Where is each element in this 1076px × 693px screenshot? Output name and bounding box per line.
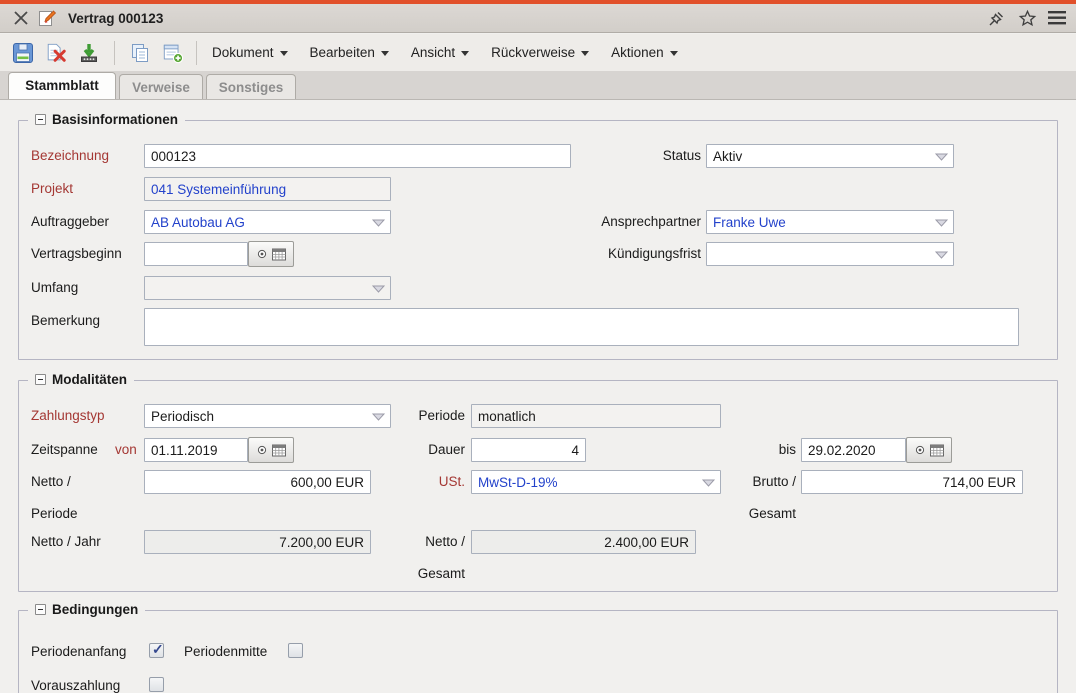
bemerkung-textarea[interactable] xyxy=(144,308,1019,346)
tab-strip: Stammblatt Verweise Sonstiges xyxy=(0,71,1076,100)
section-basisinformationen: Basisinformationen Bezeichnung Status Pr… xyxy=(18,120,1058,360)
menu-aktionen[interactable]: Aktionen xyxy=(611,45,678,60)
toolbar: Dokument Bearbeiten Ansicht Rückverweise… xyxy=(0,34,1076,71)
bis-datepicker-button[interactable] xyxy=(906,437,952,463)
zahlungstyp-label: Zahlungstyp xyxy=(31,408,105,423)
menu-bearbeiten[interactable]: Bearbeiten xyxy=(310,45,389,60)
edit-document-icon xyxy=(36,7,58,29)
netto-gesamt-label-line2: Gesamt xyxy=(399,566,465,581)
bemerkung-label: Bemerkung xyxy=(31,313,100,328)
today-icon xyxy=(915,445,925,455)
vorauszahlung-label: Vorauszahlung xyxy=(31,678,120,693)
calendar-icon xyxy=(272,444,286,457)
netto-periode-field[interactable] xyxy=(144,470,371,494)
ust-dropdown[interactable] xyxy=(471,470,721,494)
projekt-label: Projekt xyxy=(31,181,73,196)
auftraggeber-dropdown[interactable] xyxy=(144,210,391,234)
page-title: Vertrag 000123 xyxy=(68,11,163,26)
brutto-gesamt-field[interactable] xyxy=(801,470,1023,494)
tab-stammblatt[interactable]: Stammblatt xyxy=(8,72,116,99)
window-titlebar: Vertrag 000123 xyxy=(0,4,1076,33)
von-datepicker-button[interactable] xyxy=(248,437,294,463)
calendar-icon xyxy=(272,248,286,261)
bis-label: bis xyxy=(746,442,796,457)
netto-gesamt-label-line1: Netto / xyxy=(399,534,465,549)
form-content: Basisinformationen Bezeichnung Status Pr… xyxy=(0,100,1076,693)
save-icon[interactable] xyxy=(12,42,34,64)
menu-rueckverweise[interactable]: Rückverweise xyxy=(491,45,589,60)
zeitspanne-label: Zeitspanne xyxy=(31,442,98,457)
star-icon[interactable] xyxy=(1016,7,1038,29)
collapse-toggle-icon[interactable] xyxy=(35,374,46,385)
brutto-label-line2: Gesamt xyxy=(736,506,796,521)
brutto-label-line1: Brutto / xyxy=(736,474,796,489)
bezeichnung-label: Bezeichnung xyxy=(31,148,109,163)
von-label: von xyxy=(115,442,137,457)
section-bedingungen: Bedingungen Periodenanfang Periodenmitte… xyxy=(18,610,1058,693)
dauer-field[interactable] xyxy=(471,438,586,462)
periodenmitte-label: Periodenmitte xyxy=(184,644,267,659)
vertragsbeginn-label: Vertragsbeginn xyxy=(31,246,122,261)
ansprechpartner-label: Ansprechpartner xyxy=(519,214,701,229)
hamburger-menu-icon[interactable] xyxy=(1046,7,1068,29)
toolbar-separator xyxy=(196,41,197,65)
chevron-down-icon xyxy=(381,51,389,56)
collapse-toggle-icon[interactable] xyxy=(35,114,46,125)
projekt-field[interactable] xyxy=(144,177,391,201)
collapse-toggle-icon[interactable] xyxy=(35,604,46,615)
vertragsbeginn-field[interactable] xyxy=(144,242,248,266)
menu-dokument[interactable]: Dokument xyxy=(212,45,288,60)
bis-date-field[interactable] xyxy=(801,438,906,462)
toolbar-separator xyxy=(114,41,115,65)
export-download-icon[interactable] xyxy=(78,42,100,64)
vertragsbeginn-datepicker-button[interactable] xyxy=(248,241,294,267)
periode-field[interactable] xyxy=(471,404,721,428)
zahlungstyp-dropdown[interactable] xyxy=(144,404,391,428)
dauer-label: Dauer xyxy=(399,442,465,457)
section-modalitaeten: Modalitäten Zahlungstyp Periode Zeitspan… xyxy=(18,380,1058,592)
today-icon xyxy=(257,249,267,259)
ansprechpartner-dropdown[interactable] xyxy=(706,210,954,234)
delete-document-icon[interactable] xyxy=(45,42,67,64)
section-legend: Bedingungen xyxy=(52,602,138,617)
section-legend: Modalitäten xyxy=(52,372,127,387)
umfang-label: Umfang xyxy=(31,280,78,295)
ust-label: USt. xyxy=(399,474,465,489)
new-document-icon[interactable] xyxy=(162,42,184,64)
calendar-icon xyxy=(930,444,944,457)
periodenanfang-label: Periodenanfang xyxy=(31,644,126,659)
chevron-down-icon xyxy=(280,51,288,56)
auftraggeber-label: Auftraggeber xyxy=(31,214,109,229)
kuendigungsfrist-label: Kündigungsfrist xyxy=(519,246,701,261)
netto-periode-label-line2: Periode xyxy=(31,506,78,521)
status-label: Status xyxy=(579,148,701,163)
netto-jahr-label: Netto / Jahr xyxy=(31,534,101,549)
today-icon xyxy=(257,445,267,455)
umfang-dropdown[interactable] xyxy=(144,276,391,300)
section-legend: Basisinformationen xyxy=(52,112,178,127)
vorauszahlung-checkbox[interactable] xyxy=(149,677,164,692)
periodenanfang-checkbox[interactable] xyxy=(149,643,164,658)
netto-jahr-field xyxy=(144,530,371,554)
periodenmitte-checkbox[interactable] xyxy=(288,643,303,658)
von-date-field[interactable] xyxy=(144,438,248,462)
kuendigungsfrist-dropdown[interactable] xyxy=(706,242,954,266)
netto-gesamt-field xyxy=(471,530,696,554)
menu-ansicht[interactable]: Ansicht xyxy=(411,45,469,60)
bezeichnung-field[interactable] xyxy=(144,144,571,168)
netto-periode-label-line1: Netto / xyxy=(31,474,71,489)
pin-icon[interactable] xyxy=(986,7,1008,29)
chevron-down-icon xyxy=(461,51,469,56)
periode-label: Periode xyxy=(399,408,465,423)
copy-icon[interactable] xyxy=(129,42,151,64)
close-icon[interactable] xyxy=(10,7,32,29)
chevron-down-icon xyxy=(670,51,678,56)
tab-sonstiges[interactable]: Sonstiges xyxy=(206,74,296,99)
chevron-down-icon xyxy=(581,51,589,56)
status-dropdown[interactable] xyxy=(706,144,954,168)
tab-verweise[interactable]: Verweise xyxy=(119,74,203,99)
